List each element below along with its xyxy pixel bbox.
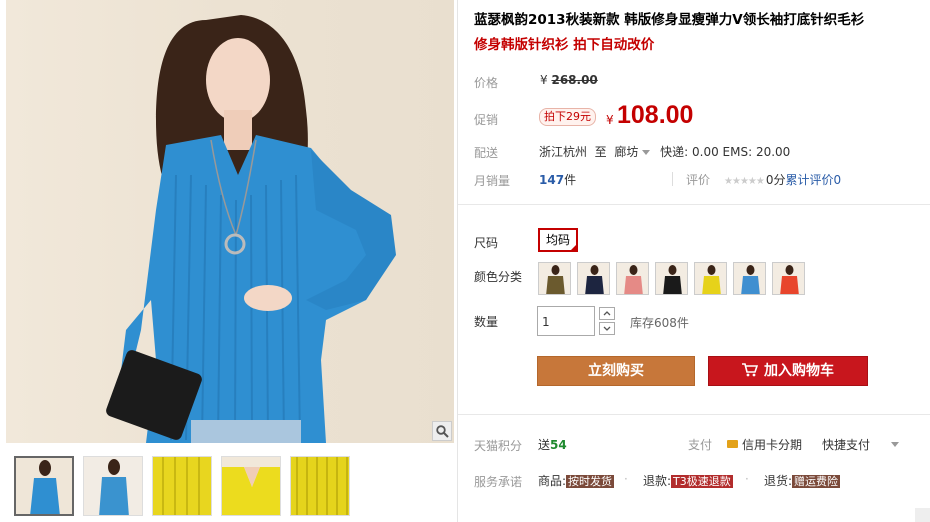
column-divider bbox=[457, 0, 458, 522]
service-return-tag[interactable]: 赠运费险 bbox=[792, 475, 841, 488]
color-swatch[interactable] bbox=[655, 262, 688, 295]
points-value: 54 bbox=[550, 438, 567, 452]
chevron-down-icon[interactable] bbox=[642, 149, 651, 155]
stock-info: 库存608件 bbox=[630, 316, 689, 330]
chevron-down-icon bbox=[603, 326, 611, 331]
service-goods-label: 商品: bbox=[538, 474, 567, 488]
product-subtitle: 修身韩版针织衫 拍下自动改价 bbox=[474, 37, 655, 53]
review-link[interactable]: 累计评价0 bbox=[785, 173, 841, 187]
service-goods: 商品: 按时发货 bbox=[538, 472, 615, 489]
zoom-button[interactable] bbox=[432, 421, 452, 441]
original-price-value: 268.00 bbox=[551, 73, 598, 87]
add-to-cart-label[interactable]: 加入购物车 bbox=[764, 363, 834, 379]
promo-label: 促销 bbox=[474, 113, 499, 127]
sales-count: 147 bbox=[539, 173, 565, 187]
sales-unit: 件 bbox=[564, 173, 577, 187]
thumbnail-4[interactable] bbox=[221, 456, 281, 516]
ship-from: 浙江杭州 bbox=[539, 145, 588, 159]
sales-info: 147件 bbox=[539, 171, 576, 188]
ship-fees: 快递: 0.00 EMS: 20.00 bbox=[660, 145, 791, 159]
review-count[interactable]: 0 bbox=[834, 173, 842, 187]
model-photo bbox=[106, 15, 396, 443]
section-divider bbox=[458, 204, 930, 205]
payment-label: 支付 bbox=[688, 438, 713, 452]
selected-check-icon bbox=[569, 243, 578, 252]
rating-score: 0分 bbox=[765, 173, 786, 187]
currency-symbol: ¥ bbox=[540, 73, 548, 87]
separator-dot: · bbox=[624, 472, 628, 486]
service-refund-label: 退款: bbox=[643, 474, 672, 488]
credit-card-installment[interactable]: 信用卡分期 bbox=[727, 436, 802, 453]
promo-price: 108.00 bbox=[617, 101, 694, 129]
thumbnail-5[interactable] bbox=[290, 456, 350, 516]
color-swatch[interactable] bbox=[694, 262, 727, 295]
promo-badge: 拍下29元 bbox=[539, 108, 596, 126]
ship-destination-select[interactable]: 廊坊 bbox=[614, 145, 656, 159]
color-swatch[interactable] bbox=[538, 262, 571, 295]
thumbnail-strip bbox=[14, 456, 350, 516]
thumbnail-3[interactable] bbox=[152, 456, 212, 516]
original-price: ¥ 268.00 bbox=[540, 73, 598, 87]
service-return: 退货: 赠运费险 bbox=[764, 472, 841, 489]
points-info: 送54 bbox=[538, 436, 567, 453]
section-divider bbox=[458, 414, 930, 415]
scroll-handle[interactable] bbox=[915, 508, 930, 522]
chevron-down-icon[interactable] bbox=[891, 442, 899, 447]
price-label: 价格 bbox=[474, 76, 499, 90]
product-title: 蓝瑟枫韵2013秋装新款 韩版修身显瘦弹力V领长袖打底针织毛衫 bbox=[474, 12, 865, 28]
star-rating-icon: ★★★★★ bbox=[724, 176, 765, 187]
product-page: 蓝瑟枫韵2013秋装新款 韩版修身显瘦弹力V领长袖打底针织毛衫 修身韩版针织衫 … bbox=[0, 0, 930, 522]
service-label: 服务承诺 bbox=[474, 475, 523, 489]
thumbnail-1[interactable] bbox=[14, 456, 74, 516]
main-product-image[interactable] bbox=[6, 0, 454, 443]
points-prefix: 送 bbox=[538, 438, 551, 452]
quantity-input[interactable]: 1 bbox=[537, 306, 595, 336]
separator-dot: · bbox=[745, 472, 749, 486]
size-option-text[interactable]: 均码 bbox=[546, 233, 570, 247]
rating-info: 评价 ★★★★★ 0分累计评价0 bbox=[686, 171, 841, 188]
service-refund-tag[interactable]: T3极速退款 bbox=[671, 475, 733, 488]
cart-icon bbox=[742, 363, 759, 377]
credit-card-text[interactable]: 信用卡分期 bbox=[742, 438, 802, 452]
color-label: 颜色分类 bbox=[474, 270, 523, 284]
color-swatch[interactable] bbox=[577, 262, 610, 295]
size-label: 尺码 bbox=[474, 236, 499, 250]
rating-label: 评价 bbox=[686, 173, 711, 187]
buy-now-button[interactable]: 立刻购买 bbox=[537, 356, 695, 386]
quantity-decrease-button[interactable] bbox=[599, 322, 615, 335]
thumbnail-2[interactable] bbox=[83, 456, 143, 516]
credit-card-icon bbox=[727, 440, 738, 448]
shipping-label: 配送 bbox=[474, 146, 499, 160]
shipping-info: 浙江杭州 至 廊坊 快递: 0.00 EMS: 20.00 bbox=[539, 143, 790, 160]
buy-now-label[interactable]: 立刻购买 bbox=[588, 363, 644, 379]
size-option-selected[interactable]: 均码 bbox=[538, 228, 578, 252]
color-swatch[interactable] bbox=[772, 262, 805, 295]
magnifier-icon bbox=[435, 424, 449, 438]
separator bbox=[672, 172, 673, 186]
service-refund: 退款: T3极速退款 bbox=[643, 472, 733, 489]
promo-currency: ¥ bbox=[606, 113, 614, 127]
points-label: 天猫积分 bbox=[474, 439, 523, 453]
color-swatch[interactable] bbox=[616, 262, 649, 295]
quantity-label: 数量 bbox=[474, 315, 499, 329]
service-return-label: 退货: bbox=[764, 474, 793, 488]
service-goods-tag[interactable]: 按时发货 bbox=[566, 475, 615, 488]
ship-destination[interactable]: 廊坊 bbox=[614, 145, 638, 159]
quick-pay[interactable]: 快捷支付 bbox=[822, 436, 870, 453]
review-link-text[interactable]: 累计评价 bbox=[785, 173, 833, 187]
ship-to-word: 至 bbox=[594, 145, 607, 159]
color-swatch[interactable] bbox=[733, 262, 766, 295]
chevron-up-icon bbox=[603, 311, 611, 316]
add-to-cart-button[interactable]: 加入购物车 bbox=[708, 356, 868, 386]
quantity-increase-button[interactable] bbox=[599, 307, 615, 320]
sales-label: 月销量 bbox=[474, 174, 511, 188]
color-swatches bbox=[538, 262, 805, 295]
